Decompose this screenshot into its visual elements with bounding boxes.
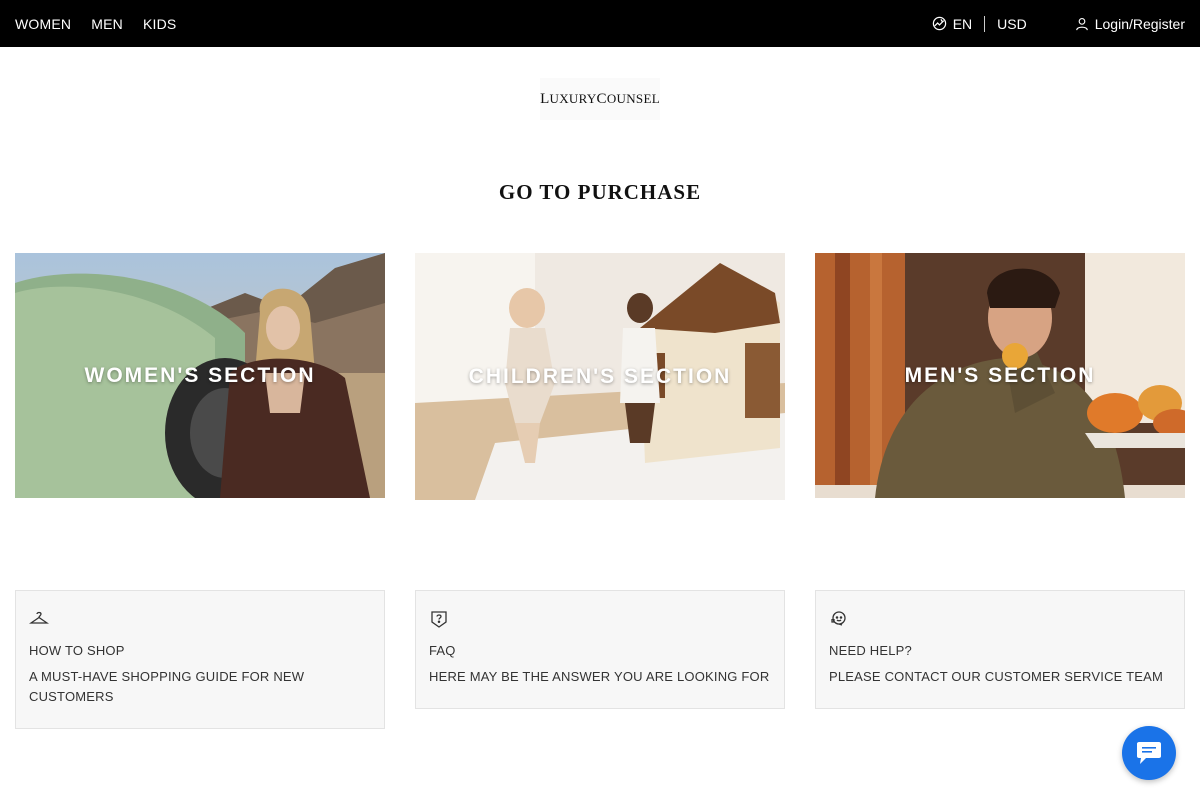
chat-button[interactable]	[1122, 726, 1176, 780]
nav-women[interactable]: WOMEN	[15, 16, 71, 32]
womens-section-label: WOMEN'S SECTION	[84, 363, 316, 387]
hanger-icon	[29, 611, 49, 624]
brand-logo[interactable]: L UXURY C OUNSEL	[540, 78, 660, 120]
headset-icon	[831, 611, 846, 626]
logo-letter: C	[596, 90, 607, 107]
mens-section-label: MEN'S SECTION	[904, 363, 1096, 387]
mens-section-card[interactable]: MEN'S SECTION	[815, 253, 1185, 498]
logo-text: OUNSEL	[606, 91, 660, 106]
top-bar-actions: EN USD Login/Register	[932, 0, 1185, 47]
faq-description: HERE MAY BE THE ANSWER YOU ARE LOOKING F…	[429, 669, 770, 684]
need-help-heading: NEED HELP?	[829, 643, 912, 658]
language-selector[interactable]: EN	[932, 16, 972, 32]
top-bar: WOMEN MEN KIDS EN USD Login/Register	[0, 0, 1200, 47]
logo-text: UXURY	[549, 91, 597, 106]
logo-letter: L	[540, 90, 550, 107]
language-label: EN	[952, 15, 973, 32]
question-icon	[431, 611, 447, 628]
main-nav: WOMEN MEN KIDS	[15, 0, 176, 47]
globe-icon	[932, 16, 946, 31]
childrens-section-card[interactable]: CHILDREN'S SECTION	[415, 253, 785, 500]
faq-heading: FAQ	[429, 643, 456, 658]
chat-icon	[1137, 742, 1161, 764]
divider	[984, 15, 986, 32]
user-icon	[1075, 17, 1088, 30]
womens-section-card[interactable]: WOMEN'S SECTION	[15, 253, 385, 498]
how-to-shop-card[interactable]: HOW TO SHOP A MUST-HAVE SHOPPING GUIDE F…	[15, 590, 385, 729]
childrens-section-label: CHILDREN'S SECTION	[468, 364, 732, 388]
currency-selector[interactable]: USD	[997, 16, 1027, 32]
login-label: Login/Register	[1094, 15, 1185, 32]
login-register-link[interactable]: Login/Register	[1075, 16, 1185, 32]
need-help-card[interactable]: NEED HELP? PLEASE CONTACT OUR CUSTOMER S…	[815, 590, 1185, 709]
nav-men[interactable]: MEN	[91, 16, 123, 32]
faq-card[interactable]: FAQ HERE MAY BE THE ANSWER YOU ARE LOOKI…	[415, 590, 785, 709]
nav-kids[interactable]: KIDS	[143, 16, 176, 32]
how-to-shop-description: A MUST-HAVE SHOPPING GUIDE FOR NEW CUSTO…	[29, 669, 305, 704]
how-to-shop-heading: HOW TO SHOP	[29, 643, 125, 658]
page-title: GO TO PURCHASE	[498, 180, 702, 204]
need-help-description: PLEASE CONTACT OUR CUSTOMER SERVICE TEAM	[829, 669, 1164, 684]
